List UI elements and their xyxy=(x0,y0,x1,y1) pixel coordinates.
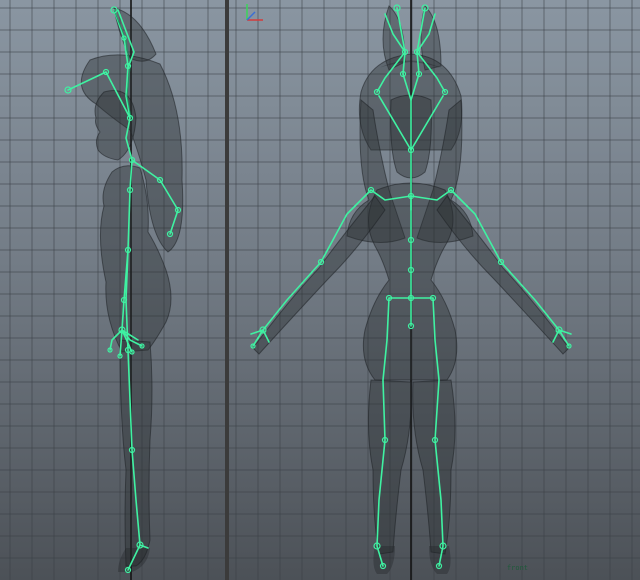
side-viewport[interactable] xyxy=(0,0,225,580)
side-view-canvas[interactable] xyxy=(0,0,225,580)
front-viewport[interactable]: front xyxy=(229,0,640,580)
side-character-mesh[interactable] xyxy=(80,7,184,572)
viewport-name-label: front xyxy=(506,564,528,572)
axis-gizmo-icon xyxy=(246,4,263,21)
front-view-canvas[interactable] xyxy=(229,0,640,580)
